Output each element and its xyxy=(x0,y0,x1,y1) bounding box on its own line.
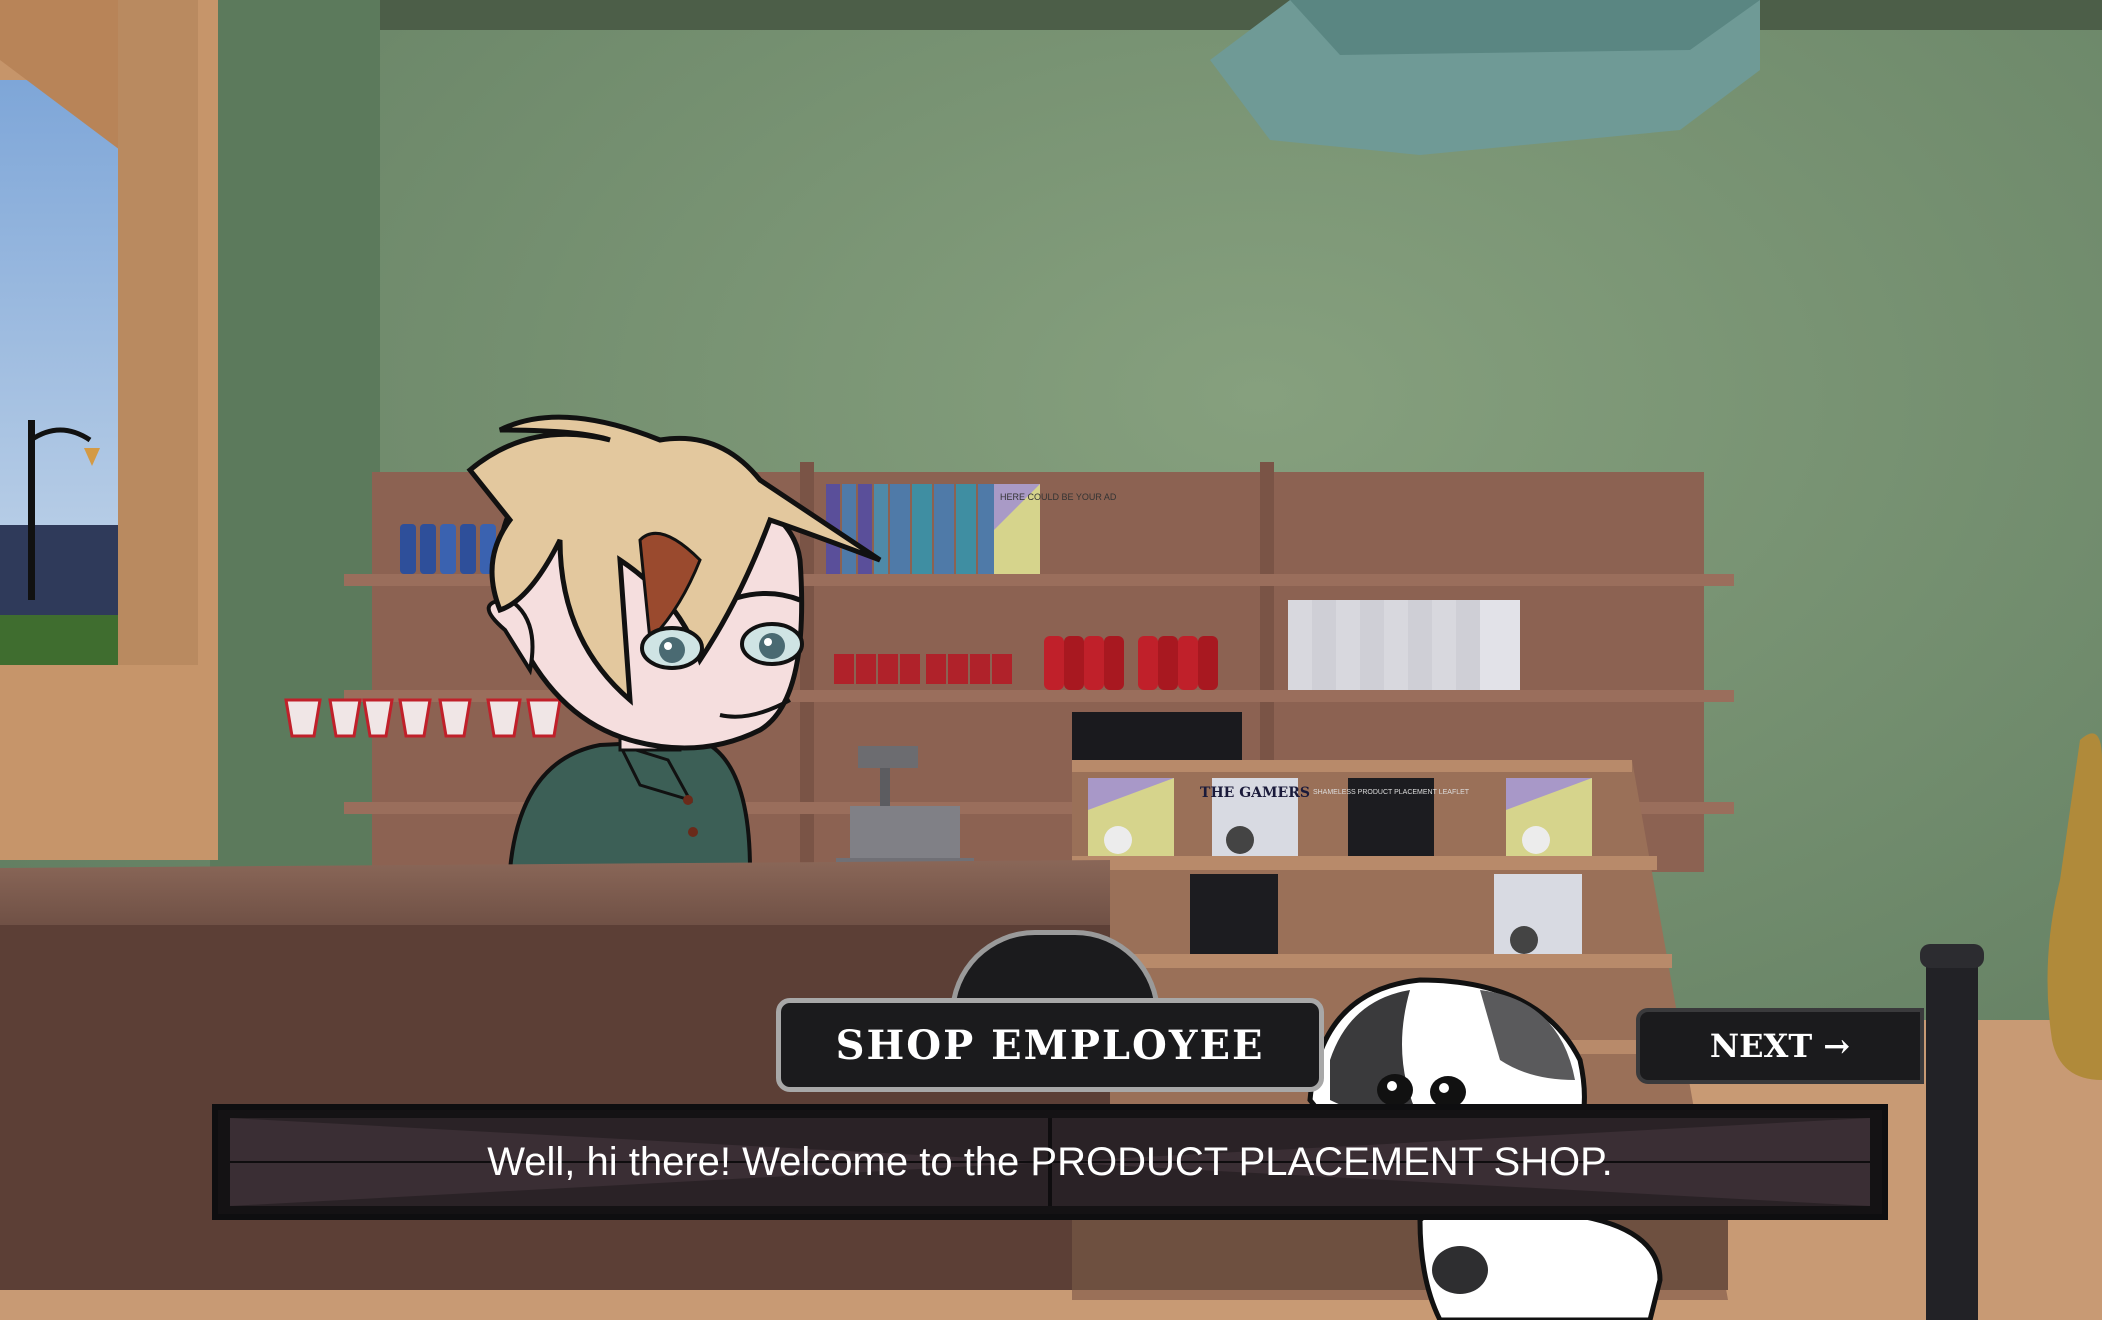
barrier-post xyxy=(1926,960,1978,1320)
svg-text:SHAMELESS PRODUCT PLACEMENT LE: SHAMELESS PRODUCT PLACEMENT LEAFLET xyxy=(1313,789,1470,796)
rack-book-ad-2 xyxy=(1506,778,1592,856)
street-lamp xyxy=(28,420,35,600)
game-screen: HERE COULD BE YOUR AD THE GAMERS SHAMELE… xyxy=(0,0,2102,1320)
svg-text:HERE COULD BE YOUR AD: HERE COULD BE YOUR AD xyxy=(1000,492,1117,502)
dialogue-text: Well, hi there! Welcome to the PRODUCT P… xyxy=(487,1139,1613,1184)
window-grass xyxy=(0,615,118,665)
speaker-nameplate: SHOP EMPLOYEE xyxy=(776,998,1324,1092)
dialogue-box[interactable]: Well, hi there! Welcome to the PRODUCT P… xyxy=(212,1104,1888,1220)
speaker-name: SHOP EMPLOYEE xyxy=(835,1021,1265,1069)
rack-gamers-mag: THE GAMERS xyxy=(1200,778,1310,856)
blue-bottles xyxy=(400,524,496,574)
leaflet-stack xyxy=(1072,712,1242,760)
rack-book-ad xyxy=(1088,778,1174,856)
dialogue-inner: Well, hi there! Welcome to the PRODUCT P… xyxy=(230,1118,1870,1206)
ceiling-band xyxy=(340,0,2102,30)
rack-gamers-mag-2 xyxy=(1494,874,1582,954)
side-wall xyxy=(210,0,380,870)
rack-leaflet-2 xyxy=(1190,874,1278,954)
gamers-magazines xyxy=(1288,600,1520,690)
next-button[interactable]: NEXT → xyxy=(1636,1008,1924,1084)
counter-top xyxy=(0,860,1110,930)
next-button-label: NEXT → xyxy=(1709,1027,1851,1065)
svg-text:THE GAMERS: THE GAMERS xyxy=(1200,785,1310,801)
